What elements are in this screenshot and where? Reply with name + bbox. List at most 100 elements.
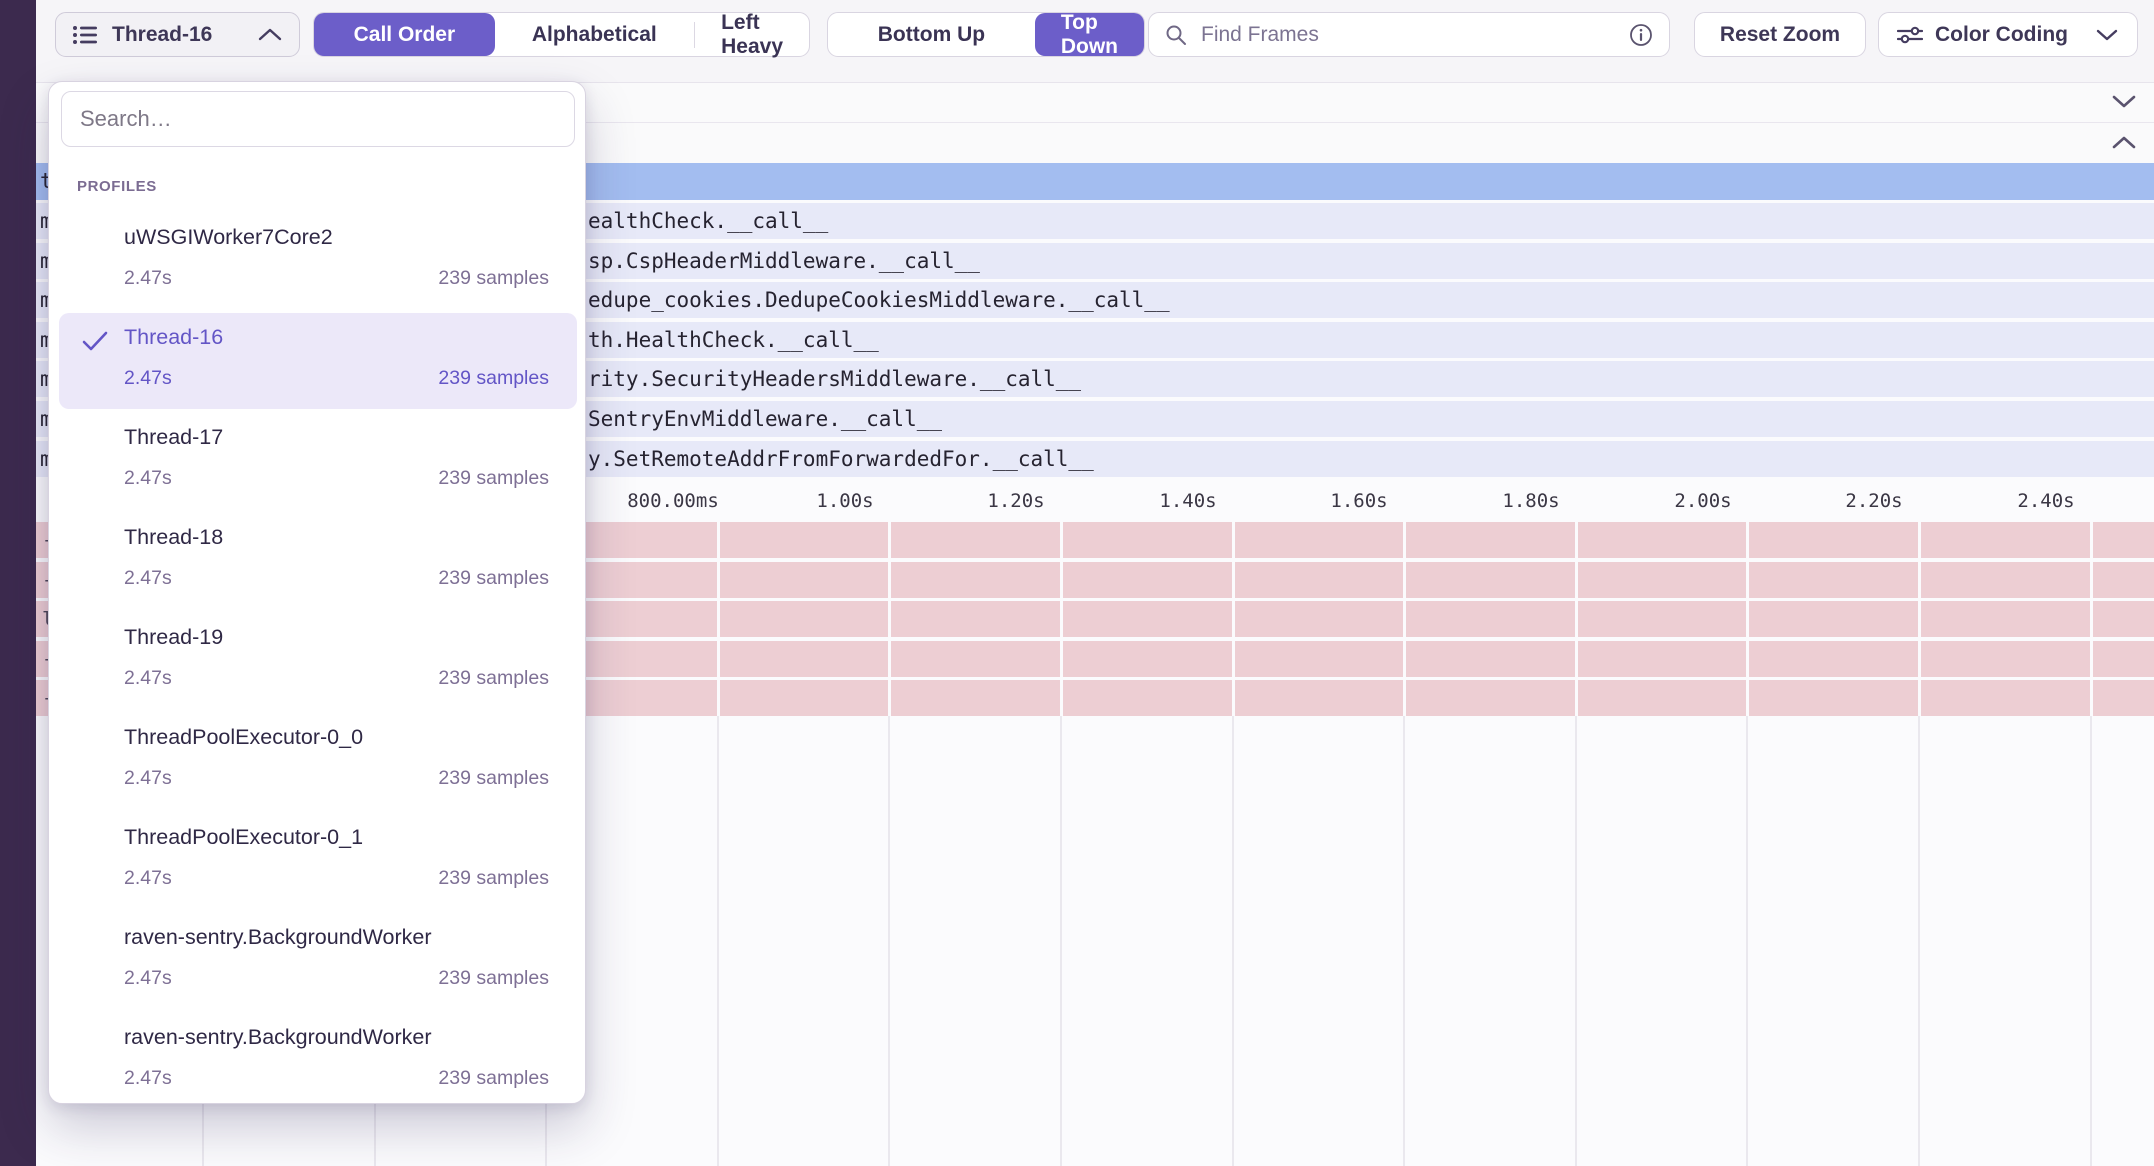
profile-name: ThreadPoolExecutor-0_0	[124, 725, 363, 750]
color-coding-label: Color Coding	[1935, 23, 2083, 47]
toolbar: Thread-16 Call Order Alphabetical Left H…	[36, 0, 2154, 83]
sliders-icon	[1897, 25, 1923, 45]
grid-separator	[717, 522, 720, 716]
time-axis-tick: 1.00s	[816, 480, 873, 522]
profile-name: Thread-18	[124, 525, 223, 550]
profile-samples: 239 samples	[438, 967, 549, 990]
frame-label: y.SetRemoteAddrFromForwardedFor.__call__	[588, 441, 1094, 477]
thread-selector-label: Thread-16	[112, 23, 245, 47]
profile-duration: 2.47s	[124, 967, 172, 990]
profile-option-raven-sentry-backgroundworker-2[interactable]: raven-sentry.BackgroundWorker 2.47s 239 …	[59, 1013, 577, 1109]
profile-option-thread-17[interactable]: Thread-17 2.47s 239 samples	[59, 413, 577, 509]
profile-option-threadpoolexecutor-0-0[interactable]: ThreadPoolExecutor-0_0 2.47s 239 samples	[59, 713, 577, 809]
profile-duration: 2.47s	[124, 667, 172, 690]
direction-segmented-control: Bottom Up Top Down	[827, 12, 1145, 57]
profile-duration: 2.47s	[124, 767, 172, 790]
time-axis-tick: 1.20s	[987, 480, 1044, 522]
frame-label: rity.SecurityHeadersMiddleware.__call__	[588, 361, 1081, 397]
gridline	[1575, 716, 1577, 1166]
profile-duration: 2.47s	[124, 567, 172, 590]
frame-label: SentryEnvMiddleware.__call__	[588, 401, 942, 437]
time-axis-tick: 800.00ms	[627, 480, 719, 522]
profile-duration: 2.47s	[124, 267, 172, 290]
tab-alphabetical[interactable]: Alphabetical	[495, 13, 694, 56]
gridline	[1746, 716, 1748, 1166]
find-frames-input[interactable]	[1199, 22, 1617, 48]
frame-label: ealthCheck.__call__	[588, 203, 828, 239]
profile-option-thread-16[interactable]: Thread-16 2.47s 239 samples	[59, 313, 577, 409]
profile-option-thread-18[interactable]: Thread-18 2.47s 239 samples	[59, 513, 577, 609]
profile-name: raven-sentry.BackgroundWorker	[124, 925, 432, 950]
profile-duration: 2.47s	[124, 1067, 172, 1090]
time-axis-tick: 2.40s	[2017, 480, 2074, 522]
profile-samples: 239 samples	[438, 1067, 549, 1090]
gridline	[717, 716, 719, 1166]
profile-option-uwsgiworker7core2[interactable]: uWSGIWorker7Core2 2.47s 239 samples	[59, 213, 577, 309]
check-icon	[81, 329, 109, 353]
gridline	[1918, 716, 1920, 1166]
gridline	[1403, 716, 1405, 1166]
search-icon	[1165, 24, 1187, 46]
grid-separator	[1918, 522, 1921, 716]
grid-separator	[1575, 522, 1578, 716]
profile-samples: 239 samples	[438, 467, 549, 490]
dropdown-search-input[interactable]	[78, 105, 558, 133]
gridline	[1232, 716, 1234, 1166]
gridline	[1060, 716, 1062, 1166]
profile-duration: 2.47s	[124, 467, 172, 490]
profile-option-thread-19[interactable]: Thread-19 2.47s 239 samples	[59, 613, 577, 709]
chevron-up-icon[interactable]	[2112, 135, 2136, 150]
chevron-down-icon[interactable]	[2112, 94, 2136, 109]
profile-option-threadpoolexecutor-0-1[interactable]: ThreadPoolExecutor-0_1 2.47s 239 samples	[59, 813, 577, 909]
grid-separator	[1746, 522, 1749, 716]
profile-samples: 239 samples	[438, 567, 549, 590]
find-frames-searchbar[interactable]	[1148, 12, 1670, 57]
profile-name: uWSGIWorker7Core2	[124, 225, 333, 250]
grid-separator	[1232, 522, 1235, 716]
profile-samples: 239 samples	[438, 367, 549, 390]
tab-left-heavy[interactable]: Left Heavy	[695, 13, 809, 56]
grid-separator	[888, 522, 891, 716]
chevron-up-icon	[257, 27, 283, 42]
tab-top-down[interactable]: Top Down	[1035, 13, 1144, 56]
gridline	[2090, 716, 2092, 1166]
list-icon	[72, 23, 100, 47]
frame-label: th.HealthCheck.__call__	[588, 322, 879, 358]
grid-separator	[1403, 522, 1406, 716]
grid-separator	[2090, 522, 2093, 716]
sidebar-strip	[0, 0, 36, 1166]
thread-dropdown-menu: PROFILES uWSGIWorker7Core2 2.47s 239 sam…	[48, 81, 586, 1104]
reset-zoom-button[interactable]: Reset Zoom	[1694, 12, 1866, 57]
frame-label: sp.CspHeaderMiddleware.__call__	[588, 243, 980, 279]
color-coding-button[interactable]: Color Coding	[1878, 12, 2138, 57]
grid-separator	[1060, 522, 1063, 716]
profile-duration: 2.47s	[124, 867, 172, 890]
info-icon[interactable]	[1629, 23, 1653, 47]
profile-samples: 239 samples	[438, 767, 549, 790]
profile-samples: 239 samples	[438, 667, 549, 690]
tab-bottom-up[interactable]: Bottom Up	[828, 13, 1035, 56]
profile-samples: 239 samples	[438, 867, 549, 890]
time-axis-tick: 1.40s	[1159, 480, 1216, 522]
time-axis-tick: 2.20s	[1845, 480, 1902, 522]
reset-zoom-label: Reset Zoom	[1720, 23, 1840, 47]
profile-name: Thread-19	[124, 625, 223, 650]
profile-name: Thread-16	[124, 325, 223, 350]
frame-label: edupe_cookies.DedupeCookiesMiddleware.__…	[588, 282, 1170, 318]
time-axis-tick: 1.80s	[1502, 480, 1559, 522]
profiles-section-label: PROFILES	[77, 178, 157, 195]
thread-selector-button[interactable]: Thread-16	[55, 12, 300, 57]
profiling-flamegraph-app: t m ealthCheck.__call__ m sp.CspHeaderMi…	[0, 0, 2154, 1166]
profile-samples: 239 samples	[438, 267, 549, 290]
tab-call-order[interactable]: Call Order	[314, 13, 495, 56]
profile-option-raven-sentry-backgroundworker[interactable]: raven-sentry.BackgroundWorker 2.47s 239 …	[59, 913, 577, 1009]
profile-duration: 2.47s	[124, 367, 172, 390]
profile-name: ThreadPoolExecutor-0_1	[124, 825, 363, 850]
time-axis-tick: 1.60s	[1330, 480, 1387, 522]
chevron-down-icon	[2095, 28, 2119, 42]
profile-name: raven-sentry.BackgroundWorker	[124, 1025, 432, 1050]
sort-segmented-control: Call Order Alphabetical Left Heavy	[313, 12, 810, 57]
gridline	[888, 716, 890, 1166]
profile-name: Thread-17	[124, 425, 223, 450]
dropdown-search-field[interactable]	[61, 91, 575, 147]
